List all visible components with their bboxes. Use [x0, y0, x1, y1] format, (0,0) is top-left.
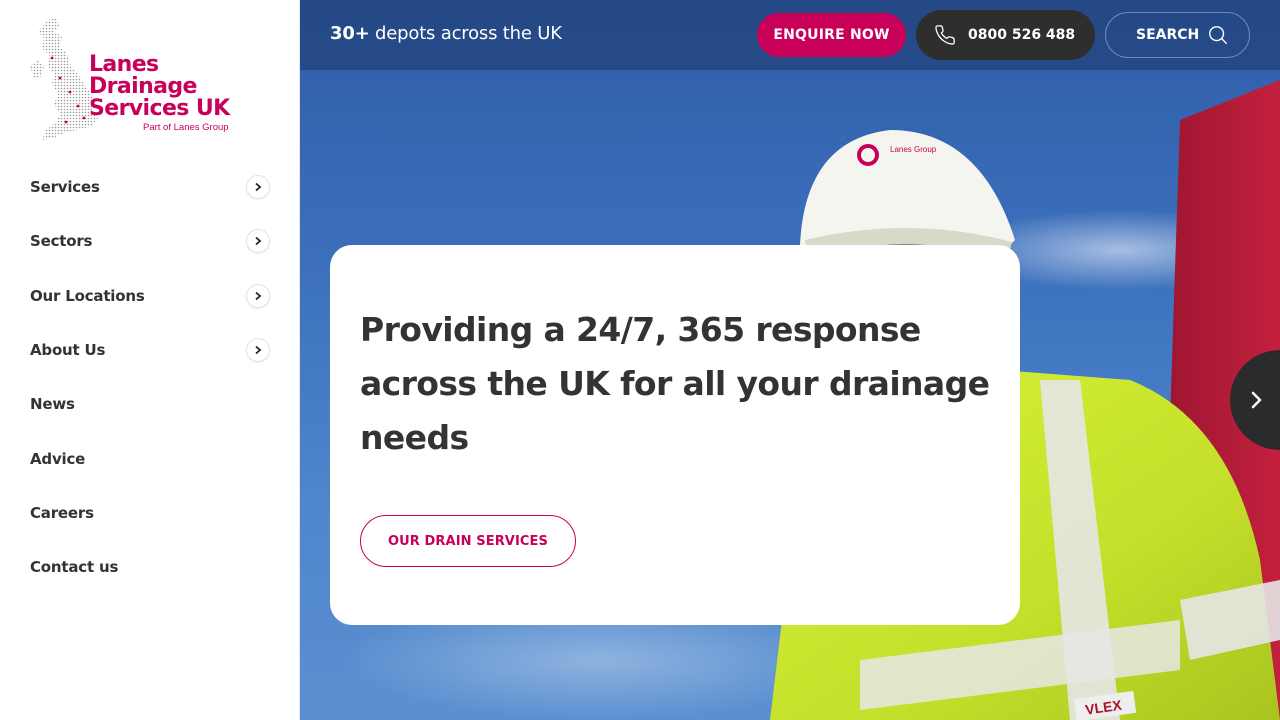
logo-line-1: Lanes Drainage: [89, 52, 197, 99]
depots-banner: 30+ depots across the UK: [330, 23, 562, 44]
main-nav: Services Sectors Our Locations About Us …: [30, 160, 270, 594]
chevron-right-icon[interactable]: [246, 175, 270, 200]
phone-number: 0800 526 488: [968, 27, 1076, 43]
nav-label: Careers: [30, 503, 94, 522]
nav-item-contact-us[interactable]: Contact us: [30, 540, 270, 594]
chevron-right-icon[interactable]: [246, 338, 270, 363]
nav-label: Advice: [30, 449, 86, 468]
helmet-brand-text: Lanes Group: [890, 145, 937, 154]
enquire-now-button[interactable]: ENQUIRE NOW: [757, 13, 906, 57]
nav-label: Our Locations: [30, 286, 145, 305]
search-button[interactable]: SEARCH: [1105, 12, 1250, 58]
logo-tagline: Part of Lanes Group: [143, 122, 229, 133]
logo-line-2: Services UK: [89, 96, 230, 121]
nav-item-services[interactable]: Services: [30, 160, 270, 214]
phone-button[interactable]: 0800 526 488: [916, 10, 1095, 60]
logo-wordmark: Lanes Drainage Services UK Part of Lanes…: [89, 52, 270, 134]
brand-logo[interactable]: Lanes Drainage Services UK Part of Lanes…: [30, 18, 270, 142]
nav-label: Sectors: [30, 232, 93, 251]
nav-label: Contact us: [30, 558, 119, 577]
nav-label: About Us: [30, 341, 106, 360]
nav-item-our-locations[interactable]: Our Locations: [30, 269, 270, 323]
nav-item-advice[interactable]: Advice: [30, 431, 270, 485]
hero-card: Providing a 24/7, 365 response across th…: [330, 245, 1020, 625]
hero-title: Providing a 24/7, 365 response across th…: [360, 310, 990, 457]
top-bar: 30+ depots across the UK ENQUIRE NOW 080…: [300, 0, 1280, 70]
search-label: SEARCH: [1136, 27, 1200, 43]
nav-item-careers[interactable]: Careers: [30, 486, 270, 540]
phone-icon: [934, 24, 956, 46]
chevron-right-icon: [1251, 391, 1262, 409]
nav-label: News: [30, 395, 75, 414]
nav-item-about-us[interactable]: About Us: [30, 323, 270, 377]
search-icon: [1207, 24, 1229, 46]
chevron-right-icon[interactable]: [246, 229, 270, 254]
sidebar: Lanes Drainage Services UK Part of Lanes…: [0, 0, 300, 720]
depots-text: depots across the UK: [369, 23, 562, 44]
nav-item-news[interactable]: News: [30, 377, 270, 431]
our-drain-services-button[interactable]: OUR DRAIN SERVICES: [360, 515, 576, 567]
chevron-right-icon[interactable]: [246, 283, 270, 308]
nav-item-sectors[interactable]: Sectors: [30, 214, 270, 268]
depots-count: 30+: [330, 23, 370, 44]
nav-label: Services: [30, 178, 100, 197]
